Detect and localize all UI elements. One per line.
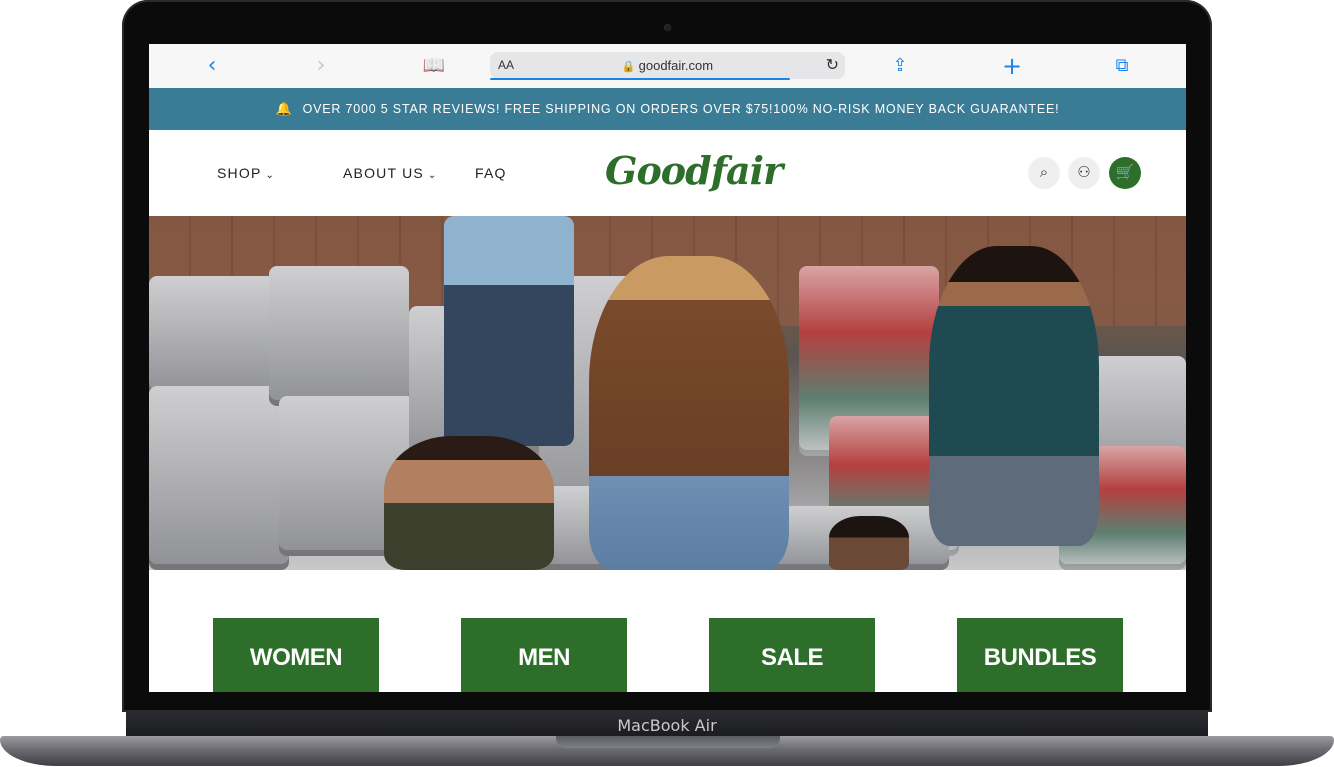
person-right [929,246,1099,546]
lock-icon: 🔒 [621,61,636,73]
url-text: goodfair.com [638,58,714,73]
forward-button[interactable]: › [306,52,336,80]
nav-about-label: ABOUT US [343,165,424,181]
address-bar[interactable]: AA 🔒 goodfair.com ↻ [490,52,845,81]
person-center [589,256,789,570]
chevron-down-icon: ⌄ [265,170,276,181]
cart-button[interactable]: 🛒 [1109,157,1141,189]
new-tab-icon[interactable]: + [997,52,1027,80]
bell-icon: 🔔 [275,101,293,116]
site-header: SHOP ⌄ ABOUT US ⌄ FAQ Goodfair ⌕ ⚇ 🛒 [149,130,1186,216]
nav-faq-label: FAQ [475,165,507,181]
nav-shop[interactable]: SHOP ⌄ [217,130,275,219]
clothing-bale [269,266,409,406]
clothing-bale [149,386,289,570]
cart-icon: 🛒 [1115,164,1135,181]
category-section: WOMEN MEN SALE BUNDLES [149,570,1186,692]
tabs-overview-icon[interactable]: ⧉ [1107,52,1137,80]
account-button[interactable]: ⚇ [1068,157,1100,189]
back-button[interactable]: ‹ [197,52,227,80]
bookmarks-icon[interactable]: 📖 [419,52,449,80]
share-icon[interactable]: ⇪ [885,52,915,80]
nav-faq[interactable]: FAQ [475,130,507,216]
laptop-notch [556,736,780,748]
category-men-button[interactable]: MEN [461,618,627,692]
category-women-button[interactable]: WOMEN [213,618,379,692]
category-bundles-button[interactable]: BUNDLES [957,618,1123,692]
url-display: 🔒 goodfair.com [490,52,845,81]
chevron-down-icon: ⌄ [427,170,438,181]
hero-image [149,216,1186,570]
camera-dot [664,24,671,31]
announcement-text: OVER 7000 5 STAR REVIEWS! FREE SHIPPING … [302,102,1060,116]
person-standing [444,216,574,446]
browser-screen: ‹ › 📖 AA 🔒 goodfair.com ↻ ⇪ + ⧉ 🔔 OVER 700… [149,44,1186,692]
category-sale-button[interactable]: SALE [709,618,875,692]
person-bottom-left [384,436,554,570]
search-button[interactable]: ⌕ [1028,157,1060,189]
reload-icon[interactable]: ↻ [826,52,839,79]
user-icon: ⚇ [1077,164,1091,181]
search-icon: ⌕ [1039,164,1049,181]
nav-about-us[interactable]: ABOUT US ⌄ [343,130,438,219]
page-load-progress [490,78,790,80]
site-logo[interactable]: Goodfair [605,148,783,193]
device-label: MacBook Air [617,716,717,735]
announcement-bar: 🔔 OVER 7000 5 STAR REVIEWS! FREE SHIPPING… [149,88,1186,130]
person-bottom [829,516,909,570]
nav-shop-label: SHOP [217,165,262,181]
browser-toolbar: ‹ › 📖 AA 🔒 goodfair.com ↻ ⇪ + ⧉ [149,44,1186,89]
